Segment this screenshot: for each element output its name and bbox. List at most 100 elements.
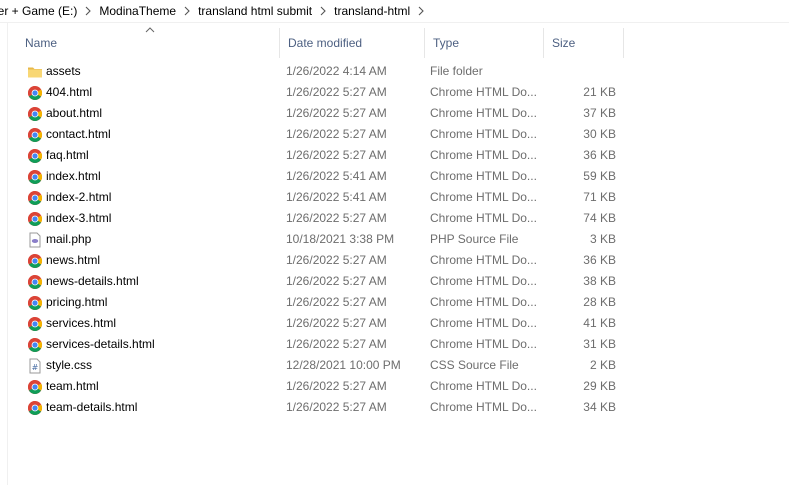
file-name: style.css [46, 358, 93, 372]
file-type: Chrome HTML Do... [430, 379, 537, 393]
file-size: 37 KB [583, 106, 616, 120]
column-header-name[interactable]: Name [17, 27, 280, 58]
file-date-modified: 1/26/2022 5:27 AM [286, 148, 387, 162]
file-size: 2 KB [589, 358, 616, 372]
file-name: services.html [46, 316, 117, 330]
file-row[interactable]: team-details.html 1/26/2022 5:27 AM Chrome… [17, 397, 627, 418]
pane-divider [7, 22, 8, 485]
chrome-icon [27, 85, 43, 101]
chevron-right-icon[interactable] [414, 4, 428, 18]
file-size [547, 61, 616, 82]
chrome-icon [27, 316, 43, 332]
file-date-modified: 10/18/2021 3:38 PM [286, 232, 395, 246]
file-row[interactable]: assets 1/26/2022 4:14 AM File folder [17, 61, 627, 82]
chevron-right-icon[interactable] [81, 4, 95, 18]
file-size: 3 KB [589, 232, 616, 246]
chrome-icon [27, 253, 43, 269]
file-name: about.html [46, 106, 103, 120]
file-row[interactable]: services.html 1/26/2022 5:27 AM Chrome HTM… [17, 313, 627, 334]
breadcrumb-transland-html[interactable]: transland-html [330, 4, 414, 18]
file-name: 404.html [46, 85, 93, 99]
file-row[interactable]: pricing.html 1/26/2022 5:27 AM Chrome HTML… [17, 292, 627, 313]
file-row[interactable]: index-3.html 1/26/2022 5:27 AM Chrome HTML… [17, 208, 627, 229]
file-type: Chrome HTML Do... [430, 169, 537, 183]
file-size: 41 KB [583, 316, 616, 330]
chrome-icon [27, 190, 43, 206]
file-row[interactable]: index-2.html 1/26/2022 5:41 AM Chrome HTML… [17, 187, 627, 208]
file-row[interactable]: index.html 1/26/2022 5:41 AM Chrome HTML D… [17, 166, 627, 187]
file-size: 21 KB [583, 85, 616, 99]
chrome-icon [27, 106, 43, 122]
file-name: index-2.html [46, 190, 112, 204]
file-name: mail.php [46, 232, 92, 246]
file-type: Chrome HTML Do... [430, 127, 537, 141]
chrome-icon [27, 337, 43, 353]
chevron-right-icon[interactable] [316, 4, 330, 18]
file-type: Chrome HTML Do... [430, 295, 537, 309]
file-type: Chrome HTML Do... [430, 190, 537, 204]
chrome-icon [27, 295, 43, 311]
file-row[interactable]: contact.html 1/26/2022 5:27 AM Chrome HTML… [17, 124, 627, 145]
breadcrumb: wer + Game (E:) ModinaTheme transland ht… [0, 0, 789, 23]
column-header: Name Date modified Type Size [17, 27, 717, 58]
chrome-icon [27, 274, 43, 290]
file-date-modified: 1/26/2022 5:27 AM [286, 85, 387, 99]
file-name: faq.html [46, 148, 89, 162]
file-row[interactable]: news-details.html 1/26/2022 5:27 AM Chrome… [17, 271, 627, 292]
file-row[interactable]: # style.css 12/28/2021 10:00 PM CSS Source … [17, 355, 627, 376]
chrome-icon [27, 211, 43, 227]
css-file-icon: # [27, 358, 43, 374]
file-type: Chrome HTML Do... [430, 106, 537, 120]
file-name: index-3.html [46, 211, 112, 225]
file-explorer: wer + Game (E:) ModinaTheme transland ht… [0, 0, 789, 485]
file-type: File folder [430, 64, 483, 78]
file-size: 30 KB [583, 127, 616, 141]
chrome-icon [27, 400, 43, 416]
file-type: Chrome HTML Do... [430, 148, 537, 162]
file-name: assets [46, 64, 81, 78]
file-row[interactable]: services-details.html 1/26/2022 5:27 AM Ch… [17, 334, 627, 355]
file-type: Chrome HTML Do... [430, 211, 537, 225]
file-size: 71 KB [583, 190, 616, 204]
file-date-modified: 1/26/2022 5:41 AM [286, 169, 387, 183]
file-date-modified: 1/26/2022 5:41 AM [286, 190, 387, 204]
file-row[interactable]: 404.html 1/26/2022 5:27 AM Chrome HTML Do.… [17, 82, 627, 103]
file-type: PHP Source File [430, 232, 519, 246]
file-row[interactable]: mail.php 10/18/2021 3:38 PM PHP Source Fil… [17, 229, 627, 250]
file-type: Chrome HTML Do... [430, 316, 537, 330]
file-date-modified: 1/26/2022 5:27 AM [286, 379, 387, 393]
chrome-icon [27, 148, 43, 164]
file-row[interactable]: about.html 1/26/2022 5:27 AM Chrome HTML D… [17, 103, 627, 124]
file-name: news-details.html [46, 274, 139, 288]
chevron-right-icon[interactable] [180, 4, 194, 18]
file-size: 59 KB [583, 169, 616, 183]
column-header-date[interactable]: Date modified [280, 28, 425, 58]
file-name: services-details.html [46, 337, 155, 351]
file-date-modified: 1/26/2022 5:27 AM [286, 316, 387, 330]
chrome-icon [27, 127, 43, 143]
file-name: team.html [46, 379, 99, 393]
chrome-icon [27, 379, 43, 395]
file-row[interactable]: team.html 1/26/2022 5:27 AM Chrome HTML Do… [17, 376, 627, 397]
file-type: Chrome HTML Do... [430, 400, 537, 414]
breadcrumb-transland-submit[interactable]: transland html submit [194, 4, 316, 18]
file-type: Chrome HTML Do... [430, 253, 537, 267]
file-date-modified: 1/26/2022 5:27 AM [286, 106, 387, 120]
folder-icon [27, 64, 43, 80]
file-size: 31 KB [583, 337, 616, 351]
file-row[interactable]: news.html 1/26/2022 5:27 AM Chrome HTML Do… [17, 250, 627, 271]
file-date-modified: 12/28/2021 10:00 PM [286, 358, 401, 372]
file-type: Chrome HTML Do... [430, 274, 537, 288]
file-date-modified: 1/26/2022 5:27 AM [286, 253, 387, 267]
column-header-size[interactable]: Size [544, 28, 624, 58]
file-date-modified: 1/26/2022 5:27 AM [286, 274, 387, 288]
file-size: 36 KB [583, 253, 616, 267]
column-header-type[interactable]: Type [425, 28, 544, 58]
file-name: index.html [46, 169, 101, 183]
file-size: 34 KB [583, 400, 616, 414]
file-date-modified: 1/26/2022 5:27 AM [286, 337, 387, 351]
file-type: Chrome HTML Do... [430, 85, 537, 99]
breadcrumb-modinatheme[interactable]: ModinaTheme [95, 4, 180, 18]
breadcrumb-drive[interactable]: wer + Game (E:) [0, 4, 81, 18]
file-row[interactable]: faq.html 1/26/2022 5:27 AM Chrome HTML Do.… [17, 145, 627, 166]
